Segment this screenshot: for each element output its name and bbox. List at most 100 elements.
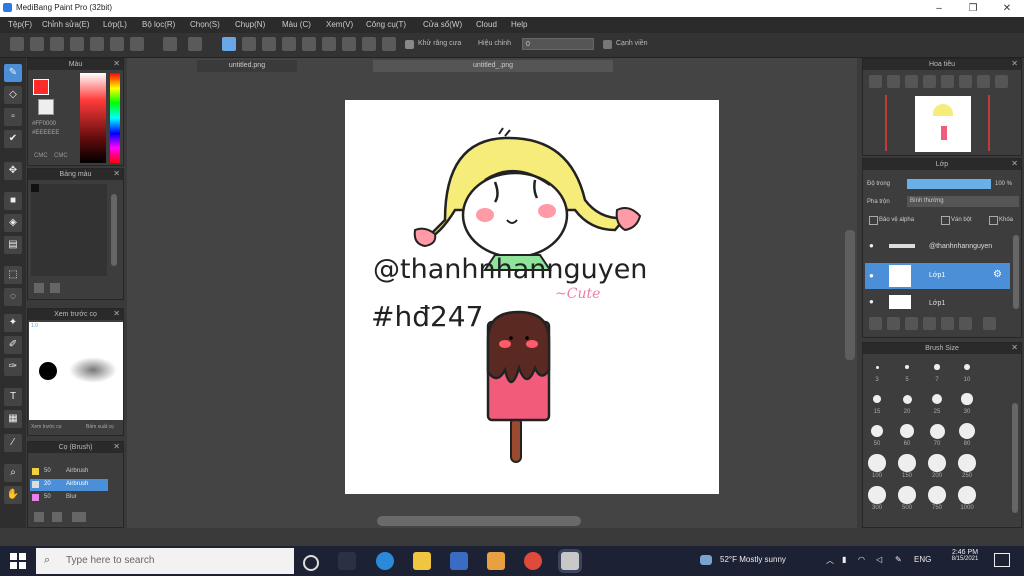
brush-size-preset[interactable] bbox=[958, 422, 976, 440]
invert-icon[interactable] bbox=[282, 37, 296, 51]
pages-icon[interactable] bbox=[110, 37, 124, 51]
frame-icon[interactable] bbox=[130, 37, 144, 51]
add-palette-icon[interactable] bbox=[34, 283, 44, 293]
brush-size-preset[interactable] bbox=[898, 454, 916, 472]
new-layer-icon[interactable] bbox=[869, 317, 882, 330]
brush-size-preset[interactable] bbox=[875, 365, 879, 369]
close-icon[interactable]: ✕ bbox=[113, 442, 120, 451]
select-pen-icon[interactable]: ✐ bbox=[4, 336, 22, 354]
brush-tool-icon[interactable]: ✎ bbox=[4, 64, 22, 82]
edge-browser-icon[interactable] bbox=[376, 552, 394, 570]
chat-icon[interactable] bbox=[50, 37, 64, 51]
cloud-icon[interactable] bbox=[10, 37, 24, 51]
brush-size-preset[interactable] bbox=[929, 423, 945, 439]
brush-size-preset[interactable] bbox=[904, 364, 910, 370]
color-ctrl-a[interactable]: CMC bbox=[34, 153, 48, 159]
menu-capture[interactable]: Chụp(N) bbox=[235, 20, 265, 29]
task-view-icon[interactable] bbox=[338, 552, 356, 570]
close-icon[interactable]: ✕ bbox=[1011, 159, 1018, 168]
close-icon[interactable]: ✕ bbox=[113, 309, 120, 318]
brush-size-preset[interactable] bbox=[934, 364, 940, 370]
chevron-up-icon[interactable]: ︿ bbox=[826, 555, 834, 566]
transform-icon[interactable] bbox=[302, 37, 316, 51]
clock[interactable]: 2:46 PM 8/15/2021 bbox=[942, 549, 988, 562]
rotate-icon[interactable] bbox=[362, 37, 376, 51]
pen-icon[interactable]: ✎ bbox=[895, 555, 902, 564]
copy-layer-icon[interactable] bbox=[905, 317, 918, 330]
new-raster-icon[interactable] bbox=[887, 317, 900, 330]
brush-size-preset[interactable] bbox=[873, 395, 881, 403]
lasso-tool-icon[interactable]: ◌ bbox=[4, 288, 22, 306]
crop-icon[interactable] bbox=[342, 37, 356, 51]
palette-area[interactable] bbox=[31, 184, 107, 276]
opacity-slider[interactable] bbox=[907, 179, 991, 189]
battery-icon[interactable]: ▮ bbox=[842, 555, 846, 564]
mail-icon[interactable] bbox=[487, 552, 505, 570]
zoom-out-icon[interactable] bbox=[887, 75, 900, 88]
redo-icon[interactable] bbox=[188, 37, 202, 51]
brush-size-preset[interactable] bbox=[902, 394, 912, 404]
close-button[interactable]: ✕ bbox=[990, 0, 1024, 17]
brush-list-item-selected[interactable]: 20 Airbrush bbox=[30, 479, 108, 491]
magic-wand-icon[interactable]: ✦ bbox=[4, 314, 22, 332]
layer-row[interactable]: ● Lớp1 bbox=[865, 293, 1010, 309]
panel-tool-icon[interactable]: ▦ bbox=[4, 410, 22, 428]
correction-select[interactable]: 0 bbox=[522, 38, 594, 50]
text-tool-icon[interactable]: T bbox=[4, 388, 22, 406]
drawing-canvas[interactable]: @thanhnhannguyen #hđ247 ~Cute bbox=[345, 100, 719, 494]
select-eraser-icon[interactable]: ✑ bbox=[4, 358, 22, 376]
fill-tool-icon[interactable]: ◈ bbox=[4, 214, 22, 232]
menu-tools[interactable]: Công cụ(T) bbox=[366, 20, 406, 29]
brush-size-preset[interactable] bbox=[898, 486, 916, 504]
zoom-tool-icon[interactable]: ⌕ bbox=[4, 464, 22, 482]
menu-color[interactable]: Màu (C) bbox=[282, 20, 311, 29]
clip-checkbox[interactable] bbox=[941, 216, 950, 225]
palette-swatch-black[interactable] bbox=[31, 184, 39, 192]
hand-tool-icon[interactable]: ✋ bbox=[4, 486, 22, 504]
close-icon[interactable]: ✕ bbox=[1011, 343, 1018, 352]
windows-start-icon[interactable] bbox=[10, 553, 26, 569]
brush-list-item[interactable]: 50 Blur bbox=[30, 492, 108, 504]
primary-color-swatch[interactable] bbox=[33, 79, 49, 95]
color-shade-box[interactable] bbox=[80, 73, 106, 163]
brush-settings-icon[interactable] bbox=[72, 512, 86, 522]
brush-size-preset[interactable] bbox=[958, 454, 976, 472]
rotate-left-icon[interactable] bbox=[941, 75, 954, 88]
anti-alias-checkbox[interactable] bbox=[405, 40, 414, 49]
taskbar-search[interactable]: ⌕ Type here to search bbox=[36, 548, 294, 574]
menu-cloud[interactable]: Cloud bbox=[476, 20, 497, 29]
shape-tool-icon[interactable]: ■ bbox=[4, 192, 22, 210]
image-icon[interactable] bbox=[70, 37, 84, 51]
menu-help[interactable]: Help bbox=[511, 20, 527, 29]
dot-tool-icon[interactable]: ▫ bbox=[4, 108, 22, 126]
palette-scrollbar[interactable] bbox=[111, 194, 117, 266]
notification-icon[interactable] bbox=[994, 553, 1010, 567]
flip-icon[interactable] bbox=[995, 75, 1008, 88]
layer-row-selected[interactable]: ● Lớp1 ⚙ bbox=[865, 263, 1010, 289]
select-all-icon[interactable] bbox=[242, 37, 256, 51]
language-indicator[interactable]: ENG bbox=[914, 555, 931, 564]
eye-icon[interactable]: ● bbox=[869, 297, 874, 306]
menu-window[interactable]: Cửa sổ(W) bbox=[423, 20, 462, 29]
horizontal-scrollbar[interactable] bbox=[377, 516, 581, 526]
brush-size-preset[interactable] bbox=[931, 393, 943, 405]
eyedropper-icon[interactable]: ⁄ bbox=[4, 434, 22, 452]
circle-icon[interactable] bbox=[382, 37, 396, 51]
lock-checkbox[interactable] bbox=[989, 216, 998, 225]
menu-layer[interactable]: Lớp(L) bbox=[103, 20, 127, 29]
alpha-lock-checkbox[interactable] bbox=[869, 216, 878, 225]
menu-view[interactable]: Xem(V) bbox=[326, 20, 353, 29]
menu-filter[interactable]: Bộ lọc(R) bbox=[142, 20, 175, 29]
medibang-taskbar-icon[interactable] bbox=[561, 552, 579, 570]
navigator-thumbnail[interactable] bbox=[915, 96, 971, 152]
brush-size-preset[interactable] bbox=[928, 486, 946, 504]
zoom-in-icon[interactable] bbox=[869, 75, 882, 88]
brush-size-preset[interactable] bbox=[961, 393, 973, 405]
color-ctrl-b[interactable]: CMC bbox=[54, 153, 68, 159]
home-icon[interactable] bbox=[30, 37, 44, 51]
menu-select[interactable]: Chọn(S) bbox=[190, 20, 220, 29]
select-rect-icon[interactable] bbox=[222, 37, 236, 51]
check-tool-icon[interactable]: ✔ bbox=[4, 130, 22, 148]
undo-icon[interactable] bbox=[163, 37, 177, 51]
layer-settings-icon[interactable]: ⚙ bbox=[993, 269, 1002, 280]
